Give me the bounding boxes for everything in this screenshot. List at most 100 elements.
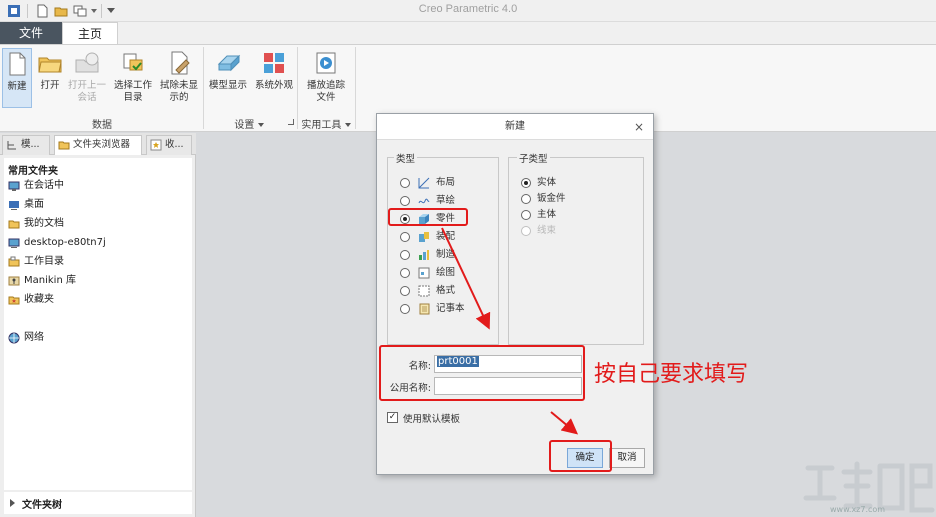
radio-button[interactable]: [400, 178, 410, 188]
type-group: 类型 布局 草绘 零件 装配 制造 绘图 格式 记事本: [387, 151, 499, 345]
radio-button[interactable]: [400, 304, 410, 314]
model-display-button[interactable]: 模型显示: [206, 48, 250, 92]
close-icon[interactable]: ×: [631, 119, 647, 135]
playback-trail-icon: [316, 52, 336, 74]
radio-button[interactable]: [400, 286, 410, 296]
assembly-icon: [419, 232, 429, 242]
type-option-label: 绘图: [436, 267, 456, 278]
group-utilities-text: 实用工具: [301, 120, 342, 131]
type-option-label: 记事本: [436, 303, 465, 314]
tab-favorites[interactable]: 收...: [146, 135, 192, 155]
group-label-settings[interactable]: 设置: [204, 116, 294, 131]
open-folder-icon: [38, 57, 62, 73]
folder-item-working-directory[interactable]: 工作目录: [8, 254, 64, 270]
model-display-icon: [217, 54, 241, 72]
format-icon: [418, 285, 430, 297]
expand-arrow-icon: [10, 499, 15, 507]
open-label: 打开: [40, 80, 60, 91]
folder-item-in-session[interactable]: 在会话中: [8, 178, 64, 194]
erase-not-displayed-label-1: 拭除未显: [159, 80, 198, 91]
folder-item-label: 我的文档: [24, 218, 64, 229]
manikin-library-icon: [8, 276, 20, 286]
tab-model-tree[interactable]: 模...: [2, 135, 50, 155]
common-folders-panel: 常用文件夹 在会话中 桌面 我的文档 desktop-e80tn7j 工作目录 …: [4, 158, 192, 490]
favorites-icon: [150, 139, 162, 151]
tab-home[interactable]: 主页: [62, 22, 118, 44]
subtype-option-label: 实体: [537, 177, 557, 188]
utilities-dropdown-icon: [344, 123, 351, 127]
in-session-icon: [8, 181, 20, 191]
new-label: 新建: [7, 81, 27, 92]
title-bar: Creo Parametric 4.0: [0, 0, 936, 22]
type-option-label: 布局: [436, 177, 456, 188]
cancel-button[interactable]: 取消: [609, 448, 645, 468]
folder-item-label: 在会话中: [24, 180, 64, 191]
annotation-box-name-fields: [379, 345, 585, 401]
open-last-session-icon: [75, 52, 99, 73]
manufacturing-icon: [419, 250, 429, 260]
folder-item-manikin-library[interactable]: Manikin 库: [8, 273, 76, 289]
folder-item-desktop[interactable]: 桌面: [8, 197, 44, 213]
use-default-template-checkbox[interactable]: ✓: [387, 412, 398, 423]
annotation-text: 按自己要求填写: [594, 362, 749, 387]
notebook-icon: [419, 303, 430, 315]
folder-item-label: 收藏夹: [24, 294, 54, 305]
radio-button[interactable]: [400, 250, 410, 260]
folder-item-label: 工作目录: [24, 256, 64, 267]
folder-item-network[interactable]: 网络: [8, 330, 44, 346]
type-option-label: 草绘: [436, 195, 456, 206]
use-default-template-label: 使用默认模板: [403, 414, 461, 425]
subtype-option-label: 线束: [537, 225, 557, 236]
erase-not-displayed-label-2: 示的: [169, 92, 189, 103]
radio-button[interactable]: [400, 268, 410, 278]
new-dialog: 新建 × 类型 布局 草绘 零件 装配 制造 绘图 格式 记事本 子类型 实体 …: [376, 113, 654, 475]
tab-file[interactable]: 文件: [0, 22, 62, 44]
subtype-group: 子类型 实体 钣金件 主体 线束: [508, 151, 644, 345]
radio-button[interactable]: [400, 232, 410, 242]
folder-item-favorites[interactable]: 收藏夹: [8, 292, 54, 308]
new-button[interactable]: 新建: [2, 48, 32, 108]
playback-trail-label-2: 文件: [316, 92, 336, 103]
desktop-icon: [9, 201, 19, 210]
model-tree-icon: [7, 141, 16, 150]
radio-button-selected[interactable]: [521, 178, 531, 188]
radio-button[interactable]: [521, 194, 531, 204]
system-appearance-button[interactable]: 系统外观: [252, 48, 296, 92]
drawing-icon: [418, 267, 430, 279]
erase-not-displayed-button[interactable]: 拭除未显 示的: [156, 48, 202, 104]
eraser-icon: [171, 51, 190, 75]
layout-icon: [418, 177, 430, 189]
tab-favorites-label: 收...: [165, 139, 184, 150]
subtype-option-label: 钣金件: [537, 193, 566, 204]
select-working-directory-label-1: 选择工作: [113, 80, 152, 91]
tab-model-tree-label: 模...: [21, 139, 40, 150]
open-button[interactable]: 打开: [34, 48, 66, 92]
type-option-label: 装配: [436, 231, 456, 242]
ribbon-tab-bar: 文件 主页: [0, 22, 936, 44]
folder-tree-expander[interactable]: 文件夹树: [4, 492, 192, 514]
favorites-folder-icon: [8, 296, 20, 305]
model-display-label: 模型显示: [208, 80, 247, 91]
navigator-panel: 模... 文件夹浏览器 收... 常用文件夹 在会话中 桌面 我的文档 desk…: [0, 133, 196, 517]
settings-launcher-icon[interactable]: [288, 119, 294, 125]
select-working-directory-button[interactable]: 选择工作 目录: [110, 48, 156, 104]
radio-button[interactable]: [400, 196, 410, 206]
folder-item-my-documents[interactable]: 我的文档: [8, 216, 64, 232]
folder-item-computer[interactable]: desktop-e80tn7j: [8, 235, 106, 251]
system-appearance-label: 系统外观: [254, 80, 293, 91]
tab-folder-browser-label: 文件夹浏览器: [73, 139, 131, 150]
system-appearance-icon: [264, 53, 284, 73]
playback-trail-file-button[interactable]: 播放追踪 文件: [302, 48, 350, 104]
group-label-data: 数据: [92, 120, 112, 131]
subtype-legend: 子类型: [517, 151, 550, 165]
playback-trail-label-1: 播放追踪: [306, 80, 345, 91]
settings-dropdown-icon: [257, 123, 264, 127]
group-label-utilities[interactable]: 实用工具: [298, 116, 354, 131]
open-last-session-button[interactable]: 打开上一 会话: [66, 48, 108, 104]
common-folders-header: 常用文件夹: [8, 166, 58, 177]
radio-button[interactable]: [521, 210, 531, 220]
folder-item-label: Manikin 库: [24, 275, 76, 286]
group-settings-text: 设置: [234, 120, 255, 131]
tab-folder-browser[interactable]: 文件夹浏览器: [54, 135, 142, 155]
working-directory-icon: [8, 256, 20, 267]
